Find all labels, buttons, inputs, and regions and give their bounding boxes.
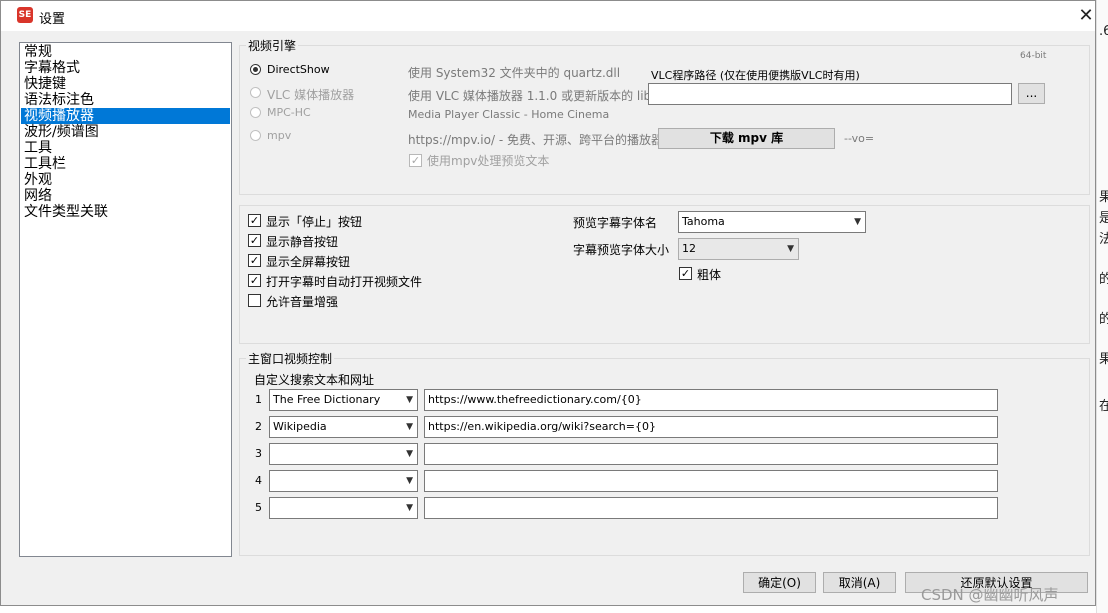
search-url-input[interactable]: https://en.wikipedia.org/wiki?search={0}	[424, 416, 998, 438]
nav-item-shortcuts[interactable]: 快捷键	[21, 76, 230, 92]
search-engine-select[interactable]: Wikipedia ▼	[269, 416, 418, 438]
video-engine-title: 视频引擎	[246, 37, 299, 54]
chevron-down-icon: ▼	[406, 449, 413, 459]
directshow-desc: 使用 System32 文件夹中的 quartz.dll	[408, 66, 621, 80]
volume-boost-checkbox[interactable]	[248, 294, 261, 307]
mpv-radio[interactable]	[250, 130, 261, 141]
cancel-button[interactable]: 取消(A)	[823, 572, 896, 593]
background-text: 果	[1099, 352, 1108, 367]
mpc-hc-desc: Media Player Classic - Home Cinema	[408, 108, 610, 121]
auto-open-video-checkbox[interactable]: ✓	[248, 274, 261, 287]
background-text: 是	[1099, 211, 1108, 226]
row-number: 5	[255, 501, 262, 514]
directshow-radio[interactable]	[250, 64, 261, 75]
font-name-select[interactable]: Tahoma ▼	[678, 211, 866, 233]
nav-item-waveform[interactable]: 波形/频谱图	[21, 124, 230, 140]
nav-item-file-assoc[interactable]: 文件类型关联	[21, 204, 230, 220]
chevron-down-icon: ▼	[406, 422, 413, 432]
nav-item-general[interactable]: 常规	[21, 44, 230, 60]
browse-button[interactable]: ...	[1018, 83, 1045, 104]
font-size-select[interactable]: 12 ▼	[678, 238, 799, 260]
nav-item-appearance[interactable]: 外观	[21, 172, 230, 188]
search-url-input[interactable]	[424, 443, 998, 465]
search-engine-value: The Free Dictionary	[273, 393, 381, 406]
volume-boost-label: 允许音量增强	[266, 295, 339, 309]
mpc-hc-radio[interactable]	[250, 107, 261, 118]
main-window-video-title: 主窗口视频控制	[246, 350, 335, 367]
font-size-value: 12	[682, 242, 696, 255]
search-label: 自定义搜索文本和网址	[254, 373, 375, 387]
search-engine-select[interactable]: The Free Dictionary ▼	[269, 389, 418, 411]
nav-item-toolbar[interactable]: 工具栏	[21, 156, 230, 172]
show-fullscreen-checkbox[interactable]: ✓	[248, 254, 261, 267]
row-number: 4	[255, 474, 262, 487]
search-url-input[interactable]	[424, 497, 998, 519]
background-window: .6. 果 是 法 的 的 果 在	[1096, 0, 1108, 613]
row-number: 3	[255, 447, 262, 460]
chevron-down-icon: ▼	[406, 503, 413, 513]
background-text: .6.	[1099, 24, 1108, 39]
window-title: 设置	[39, 12, 66, 27]
bold-checkbox[interactable]: ✓	[679, 267, 692, 280]
settings-nav-list: 常规 字幕格式 快捷键 语法标注色 视频播放器 波形/频谱图 工具 工具栏 外观…	[19, 42, 232, 557]
title-bar: SE 设置 ✕	[1, 1, 1095, 31]
font-size-label: 字幕预览字体大小	[573, 243, 670, 257]
font-name-value: Tahoma	[682, 215, 725, 228]
vo-label: --vo=	[844, 132, 875, 145]
chevron-down-icon: ▼	[854, 217, 861, 227]
background-text: 在	[1099, 399, 1108, 414]
vlc-path-label: VLC程序路径 (仅在使用便携版VLC时有用)	[651, 69, 860, 82]
download-mpv-button[interactable]: 下载 mpv 库	[658, 128, 835, 149]
background-text: 的	[1099, 272, 1108, 287]
nav-item-video-player[interactable]: 视频播放器	[21, 108, 230, 124]
vlc-path-input[interactable]	[648, 83, 1012, 105]
vlc-desc: 使用 VLC 媒体播放器 1.1.0 或更新版本的 libvlc	[408, 89, 669, 103]
nav-item-subtitle-format[interactable]: 字幕格式	[21, 60, 230, 76]
row-number: 1	[255, 393, 262, 406]
mpv-preview-label: 使用mpv处理预览文本	[427, 154, 550, 168]
font-name-label: 预览字幕字体名	[573, 216, 658, 230]
nav-item-tools[interactable]: 工具	[21, 140, 230, 156]
mpv-desc: https://mpv.io/ - 免费、开源、跨平台的播放器	[408, 133, 663, 147]
bold-label: 粗体	[697, 268, 722, 282]
search-engine-value: Wikipedia	[273, 420, 327, 433]
background-text: 法	[1099, 232, 1108, 247]
ok-button[interactable]: 确定(O)	[743, 572, 816, 593]
show-stop-checkbox[interactable]: ✓	[248, 214, 261, 227]
close-icon[interactable]: ✕	[1073, 3, 1099, 29]
nav-item-syntax-coloring[interactable]: 语法标注色	[21, 92, 230, 108]
mpv-label: mpv	[267, 129, 292, 142]
show-mute-label: 显示静音按钮	[266, 235, 339, 249]
search-engine-select[interactable]: ▼	[269, 470, 418, 492]
directshow-label: DirectShow	[267, 63, 330, 76]
watermark: CSDN @幽幽听风声	[921, 586, 1059, 604]
show-stop-label: 显示「停止」按钮	[266, 215, 363, 229]
bit-label: 64-bit	[1020, 51, 1047, 61]
vlc-radio[interactable]	[250, 87, 261, 98]
search-engine-select[interactable]: ▼	[269, 497, 418, 519]
settings-dialog: SE 设置 ✕ 常规 字幕格式 快捷键 语法标注色 视频播放器 波形/频谱图 工…	[0, 0, 1096, 606]
row-number: 2	[255, 420, 262, 433]
chevron-down-icon: ▼	[787, 244, 794, 254]
show-mute-checkbox[interactable]: ✓	[248, 234, 261, 247]
search-url-input[interactable]	[424, 470, 998, 492]
search-url-input[interactable]: https://www.thefreedictionary.com/{0}	[424, 389, 998, 411]
vlc-label: VLC 媒体播放器	[267, 88, 355, 102]
show-fullscreen-label: 显示全屏幕按钮	[266, 255, 351, 269]
nav-item-network[interactable]: 网络	[21, 188, 230, 204]
mpv-preview-checkbox[interactable]: ✓	[409, 154, 422, 167]
chevron-down-icon: ▼	[406, 395, 413, 405]
background-text: 果	[1099, 190, 1108, 205]
search-engine-select[interactable]: ▼	[269, 443, 418, 465]
auto-open-video-label: 打开字幕时自动打开视频文件	[266, 275, 423, 289]
mpc-hc-label: MPC-HC	[267, 106, 311, 119]
app-logo-icon: SE	[17, 7, 33, 23]
background-text: 的	[1099, 312, 1108, 327]
chevron-down-icon: ▼	[406, 476, 413, 486]
